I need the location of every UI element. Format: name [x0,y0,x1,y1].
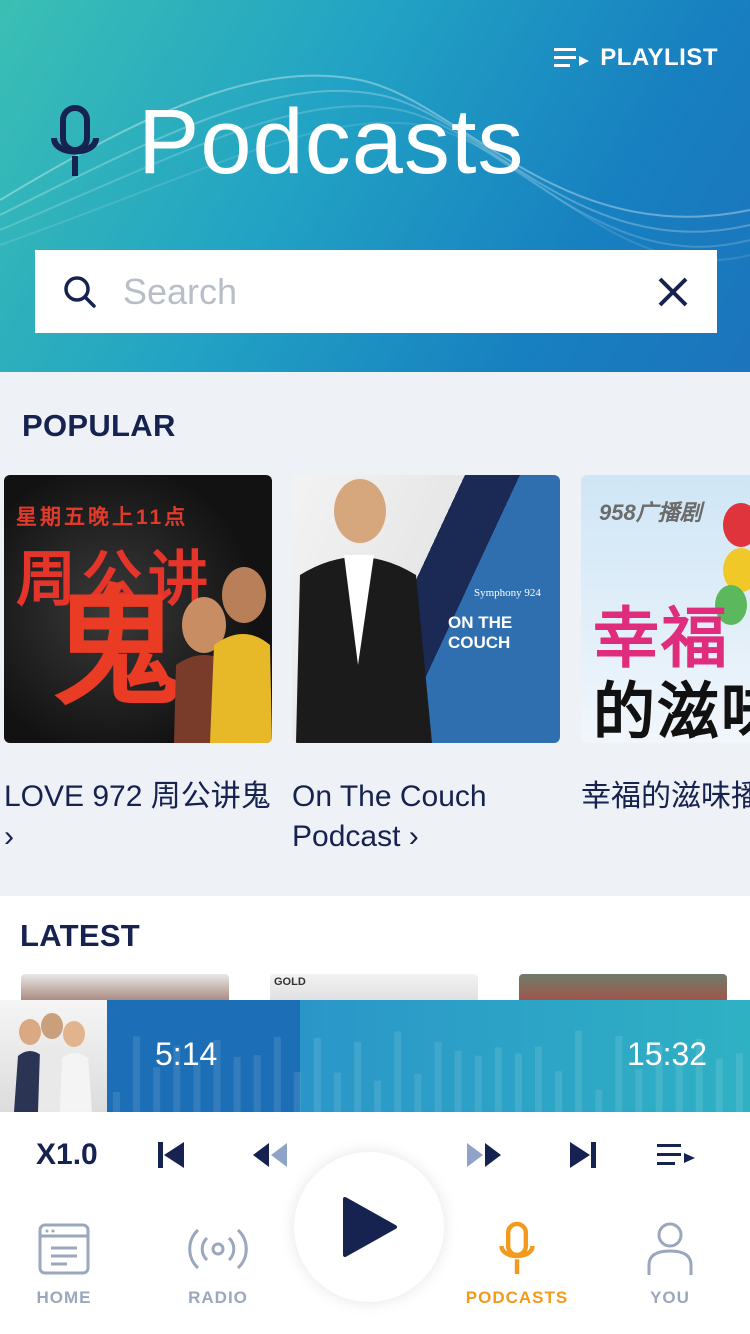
waveform-bar [334,1072,341,1112]
search-bar [35,250,717,333]
podcast-artwork[interactable]: 958广播剧 幸福 的滋味 [581,475,750,743]
tab-radio[interactable]: RADIO [158,1220,278,1308]
waveform-bar [535,1046,542,1112]
play-button[interactable] [294,1152,444,1302]
waveform-bar [555,1071,563,1112]
artwork-text: 的滋味 [593,678,750,743]
waveform-bar [635,1069,643,1112]
radio-icon [188,1228,248,1270]
podcast-card[interactable]: 958广播剧 幸福 的滋味 幸福的滋味播剧] › [581,475,750,817]
hosts-photo [174,567,272,743]
home-icon [38,1223,90,1275]
header: PLAYLIST Podcasts [0,0,750,372]
duration-time: 15:32 [627,1036,708,1072]
playlist-icon [554,48,590,67]
playlist-label: PLAYLIST [600,44,718,71]
waveform-bar [434,1042,442,1112]
now-playing-cover[interactable] [0,1000,107,1112]
playback-speed-button[interactable]: X1.0 [36,1132,98,1178]
skip-previous-icon [158,1142,184,1168]
waveform-bar [414,1074,422,1112]
search-icon [64,275,96,308]
waveform-bar [615,1036,623,1112]
tab-you[interactable]: YOU [610,1220,730,1308]
user-icon [647,1222,693,1275]
page-title: Podcasts [138,91,525,193]
waveform-bar [133,1036,141,1112]
latest-section-title: LATEST [20,918,141,953]
mini-player[interactable]: 5:14 15:32 [0,1000,750,1112]
skip-next-icon [570,1142,596,1168]
waveform-bar [354,1042,362,1112]
popular-section-title: POPULAR [22,408,176,443]
artwork-text: GOLD [274,976,306,988]
waveform-bar [735,1053,743,1112]
queue-button[interactable] [656,1132,698,1178]
microphone-icon [499,1221,535,1275]
waveform-bar [474,1055,482,1112]
tab-home[interactable]: HOME [4,1220,124,1308]
waveform-bar [494,1047,502,1112]
waveform-bar [454,1050,462,1112]
podcast-artwork[interactable]: Symphony 924 ON THE COUCH [292,475,560,743]
tab-label: PODCASTS [465,1288,569,1307]
waveform-bar [253,1055,261,1112]
artwork-text: ON THE COUCH [448,613,513,652]
tab-podcasts[interactable]: PODCASTS [457,1220,577,1308]
waveform-bar [595,1090,603,1112]
rewind-button[interactable] [250,1132,290,1178]
clear-search-icon[interactable] [657,276,689,308]
microphone-icon [51,105,99,176]
playlist-button[interactable]: PLAYLIST [554,44,718,72]
podcast-card[interactable]: 星期五晚上11点 周公讲 鬼 LOVE 972 周公讲鬼 › [4,475,272,857]
host-photo [296,479,432,743]
title-row: Podcasts [50,96,524,188]
waveform-bar [514,1053,522,1112]
fast-forward-icon [467,1143,501,1167]
waveform-bar [233,1057,241,1112]
previous-track-button[interactable] [154,1132,188,1178]
next-track-button[interactable] [566,1132,600,1178]
tab-label: HOME [36,1288,92,1307]
tab-label: YOU [650,1288,690,1307]
fast-forward-button[interactable] [464,1132,504,1178]
rewind-icon [253,1143,287,1167]
play-icon [343,1197,397,1257]
search-input[interactable] [123,270,657,313]
podcasts-screen: PLAYLIST Podcasts POPULAR 星期五晚上 [0,0,750,1334]
hosts-photo [14,1013,92,1112]
waveform-bar [313,1037,321,1112]
waveform-bar [293,1072,301,1112]
waveform-bar [715,1058,723,1112]
waveform-bar [394,1031,402,1112]
podcast-artwork[interactable]: 星期五晚上11点 周公讲 鬼 [4,475,272,743]
elapsed-time: 5:14 [155,1036,218,1072]
tab-label: RADIO [188,1288,248,1307]
playlist-icon [657,1144,695,1165]
podcast-card[interactable]: Symphony 924 ON THE COUCH On The Couch P… [292,475,560,857]
podcast-title[interactable]: LOVE 972 周公讲鬼 › [4,777,272,857]
podcast-title[interactable]: 幸福的滋味播剧] › [581,777,750,817]
waveform-bar [153,1067,161,1112]
waveform-bar [113,1092,120,1112]
podcast-title[interactable]: On The Couch Podcast › [292,777,560,857]
waveform-bar [273,1037,281,1112]
artwork-text: Symphony 924 [474,587,541,599]
waveform-bar [575,1030,583,1112]
waveform-bar [374,1080,382,1112]
